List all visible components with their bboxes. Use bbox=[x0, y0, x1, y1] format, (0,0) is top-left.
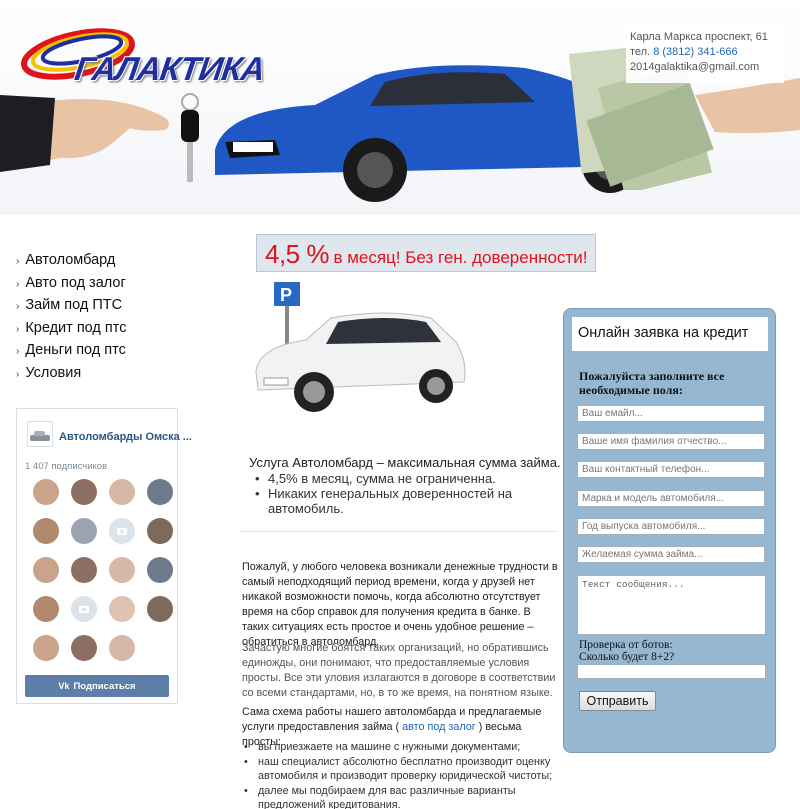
email-field[interactable]: Ваш емайл... bbox=[577, 405, 765, 422]
list-item: далее мы подбираем для вас различные вар… bbox=[244, 784, 574, 809]
list-item: Никаких генеральных доверенностей на авт… bbox=[255, 486, 558, 516]
avatar[interactable] bbox=[33, 596, 59, 622]
promo-text: в месяц! Без ген. доверенности! bbox=[333, 248, 588, 267]
chevron-right-icon: › bbox=[16, 323, 20, 335]
vk-group-header[interactable]: Автоломбарды Омска ... bbox=[23, 417, 192, 455]
submit-button[interactable]: Отправить bbox=[579, 691, 656, 711]
chevron-right-icon: › bbox=[16, 278, 20, 290]
captcha-label: Проверка от ботов: Сколько будет 8+2? bbox=[579, 639, 675, 663]
captcha-input[interactable] bbox=[577, 664, 766, 679]
list-item: вы приезжаете на машине с нужными докуме… bbox=[244, 740, 574, 755]
avatar[interactable] bbox=[109, 557, 135, 583]
avatar[interactable] bbox=[109, 596, 135, 622]
avatar[interactable] bbox=[71, 479, 97, 505]
avto-pod-zalog-link[interactable]: авто под залог bbox=[402, 721, 476, 733]
promo-rate: 4,5 % bbox=[265, 239, 330, 269]
avatar[interactable] bbox=[33, 518, 59, 544]
message-textarea[interactable]: Текст сообщения... bbox=[577, 575, 766, 635]
car-thumbnail-icon bbox=[30, 431, 50, 441]
chevron-right-icon: › bbox=[16, 301, 20, 313]
article-paragraph-1: Пожалуй, у любого человека возникали ден… bbox=[242, 561, 558, 648]
car-year-field[interactable]: Год выпуска автомобиля... bbox=[577, 518, 765, 535]
phone-line: тел. 8 (3812) 341-666 bbox=[630, 45, 780, 60]
loan-amount-field[interactable]: Желаемая сумма займа... bbox=[577, 546, 765, 563]
promo-banner: 4,5 % в месяц! Без ген. доверенности! bbox=[256, 234, 596, 272]
camera-placeholder-icon[interactable] bbox=[71, 596, 97, 622]
vk-community-widget: Автоломбарды Омска ... 1 407 подписчиков… bbox=[16, 408, 192, 704]
chevron-right-icon: › bbox=[16, 368, 20, 380]
camera-placeholder-icon[interactable] bbox=[109, 518, 135, 544]
phone-field[interactable]: Ваш контактный телефон... bbox=[577, 461, 765, 478]
credit-application-form: Онлайн заявка на кредит Пожалуйста запол… bbox=[563, 308, 776, 753]
full-name-field[interactable]: Ваше имя фамилия отчество... bbox=[577, 433, 765, 450]
svg-text:P: P bbox=[280, 285, 292, 305]
contacts-block: Карла Маркса проспект, 61 тел. 8 (3812) … bbox=[626, 27, 784, 83]
avatar[interactable] bbox=[147, 596, 173, 622]
list-item: 4,5% в месяц, сумма не ограниченна. bbox=[255, 471, 558, 486]
avatar[interactable] bbox=[33, 635, 59, 661]
vk-group-avatar bbox=[27, 421, 53, 447]
avatar[interactable] bbox=[147, 479, 173, 505]
nav-item-avtolombard[interactable]: › Автоломбард bbox=[16, 250, 216, 273]
form-title: Онлайн заявка на кредит bbox=[572, 317, 768, 351]
nav-item-zaim-pod-pts[interactable]: › Займ под ПТС bbox=[16, 295, 216, 318]
steps-list: вы приезжаете на машине с нужными докуме… bbox=[244, 740, 574, 809]
avatar[interactable] bbox=[71, 635, 97, 661]
service-title: Услуга Автоломбард – максимальная сумма … bbox=[249, 455, 561, 470]
avatar[interactable] bbox=[109, 635, 135, 661]
avatar[interactable] bbox=[71, 518, 97, 544]
avatar[interactable] bbox=[33, 557, 59, 583]
article-paragraph-2: Зачастую многие боятся таких организаций… bbox=[242, 642, 556, 699]
vk-subscribers-count: 1 407 подписчиков bbox=[25, 461, 108, 472]
nav-item-dengi-pod-pts[interactable]: › Деньги под птс bbox=[16, 340, 216, 363]
nav-item-kredit-pod-pts[interactable]: › Кредит под птс bbox=[16, 318, 216, 341]
nav-item-avto-pod-zalog[interactable]: › Авто под залог bbox=[16, 273, 216, 296]
vk-subscribe-button[interactable]: Vk Подписаться bbox=[25, 675, 169, 697]
form-note: Пожалуйста заполните все необходимые пол… bbox=[579, 369, 725, 397]
list-item: наш специалист абсолютно бесплатно произ… bbox=[244, 755, 574, 784]
phone-label: тел. bbox=[630, 46, 651, 58]
white-suv-parking-image: P bbox=[255, 282, 466, 412]
avatar[interactable] bbox=[109, 479, 135, 505]
avatar[interactable] bbox=[71, 557, 97, 583]
hand-with-key-icon bbox=[0, 93, 199, 182]
site-header: ГАЛАКТИКА Карла Маркса проспект, 61 тел.… bbox=[0, 0, 800, 215]
vk-logo-icon: Vk bbox=[58, 681, 70, 691]
address: Карла Маркса проспект, 61 bbox=[630, 31, 768, 43]
avatar[interactable] bbox=[147, 518, 173, 544]
car-model-field[interactable]: Марка и модель автомобиля... bbox=[577, 490, 765, 507]
divider bbox=[240, 531, 556, 532]
nav-item-usloviya[interactable]: › Условия bbox=[16, 363, 216, 386]
email[interactable]: 2014galaktika@gmail.com bbox=[630, 60, 780, 75]
avatar[interactable] bbox=[147, 557, 173, 583]
avatar[interactable] bbox=[33, 479, 59, 505]
phone-link[interactable]: 8 (3812) 341-666 bbox=[653, 46, 737, 58]
side-nav: › Автоломбард › Авто под залог › Займ под П… bbox=[16, 250, 216, 386]
chevron-right-icon: › bbox=[16, 346, 20, 358]
service-bullets: 4,5% в месяц, сумма не ограниченна. Ника… bbox=[255, 471, 558, 516]
chevron-right-icon: › bbox=[16, 256, 20, 267]
vk-group-name[interactable]: Автоломбарды Омска ... bbox=[59, 431, 192, 443]
